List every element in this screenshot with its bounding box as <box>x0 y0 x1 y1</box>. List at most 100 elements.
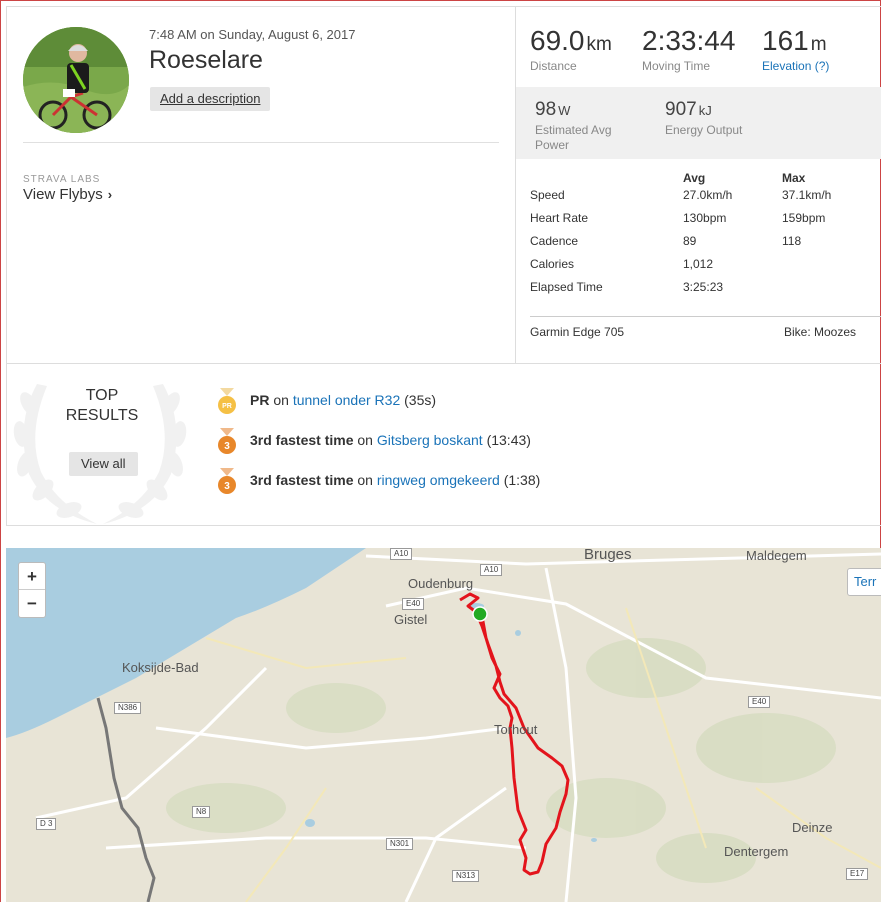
moving-time-value: 2:33:44 <box>642 25 736 56</box>
power-label-line2: Power <box>535 138 570 152</box>
stats-row: Cadence 89 118 <box>516 228 881 251</box>
pr-medal-icon: PR <box>218 388 236 414</box>
achievement-prefix: 3rd fastest time <box>250 432 354 448</box>
third-medal-label: 3 <box>224 441 230 452</box>
road-shield-e40: E40 <box>402 598 425 610</box>
top-results-card: TOP RESULTS View all PR PR on tunnel ond… <box>6 364 881 526</box>
map-label-torhout: Torhout <box>494 722 538 737</box>
stats-table-body: Speed 27.0km/h 37.1km/h Heart Rate 130bpm 159… <box>516 182 881 297</box>
stats-row: Heart Rate 130bpm 159bpm <box>516 205 881 228</box>
segment-link-tunnel-onder-r32[interactable]: tunnel onder R32 <box>293 392 400 408</box>
road-shield-e40: E40 <box>748 696 771 708</box>
energy-stat: 907 kJ Energy Output <box>665 99 742 138</box>
add-description-button[interactable]: Add a description <box>150 87 271 111</box>
stats-divider <box>530 316 881 317</box>
athlete-avatar[interactable] <box>23 27 129 133</box>
header-divider <box>23 142 499 143</box>
zoom-control: + − <box>18 562 46 618</box>
road-shield-n313: N313 <box>452 870 480 882</box>
view-flybys-link[interactable]: View Flybys › <box>23 186 112 203</box>
stats-row-label: Elapsed Time <box>530 280 603 294</box>
third-place-medal-icon: 3 <box>218 428 236 454</box>
view-all-results-button[interactable]: View all <box>69 452 138 476</box>
energy-unit: kJ <box>698 103 712 118</box>
road-shield-a10: A10 <box>390 548 413 560</box>
stats-row-avg: 130bpm <box>683 211 727 225</box>
zoom-in-button[interactable]: + <box>19 563 45 590</box>
top-results-title-line2: RESULTS <box>65 407 139 424</box>
energy-label: Energy Output <box>665 123 743 137</box>
road-shield-e17: E17 <box>846 868 869 880</box>
stats-row-max: 118 <box>782 234 802 248</box>
power-unit: W <box>558 103 571 118</box>
third-place-medal-icon: 3 <box>218 468 236 494</box>
achievement-text: PR on tunnel onder R32 (35s) <box>250 388 436 412</box>
moving-time-label: Moving Time <box>642 59 711 73</box>
distance-unit: km <box>586 34 612 55</box>
elevation-value: 161 <box>762 25 809 56</box>
stats-row-avg: 27.0km/h <box>683 188 733 202</box>
elevation-unit: m <box>810 34 827 55</box>
power-label: Estimated Avg Power <box>535 123 612 153</box>
route-map[interactable]: + − Terr Bruges Maldegem Oudenburg Giste… <box>6 548 881 902</box>
country-border <box>96 697 156 902</box>
map-label-dentergem: Dentergem <box>724 844 789 859</box>
third-medal-label: 3 <box>224 481 230 492</box>
zoom-out-button[interactable]: − <box>19 590 45 617</box>
achievement-on: on <box>353 432 377 448</box>
terrain-toggle-button[interactable]: Terr <box>847 568 881 596</box>
stats-row-label: Heart Rate <box>530 211 589 225</box>
power-stat: 98 W Estimated Avg Power <box>535 99 612 153</box>
stats-row-avg: 3:25:23 <box>683 280 724 294</box>
bike-name: Bike: Moozes <box>784 325 857 339</box>
distance-value: 69.0 <box>530 25 585 56</box>
elevation-help-link[interactable]: Elevation (?) <box>762 59 829 73</box>
strava-labs-label: STRAVA LABS <box>23 174 101 185</box>
segment-link-ringweg-omgekeerd[interactable]: ringweg omgekeerd <box>377 472 500 488</box>
moving-time-stat: 2:33:44 Moving Time <box>642 25 737 73</box>
detailed-stats-table: Avg Max Speed 27.0km/h 37.1km/h Heart Rate 1… <box>516 159 881 297</box>
distance-stat: 69.0 km Distance <box>530 25 612 73</box>
top-results-title: TOP RESULTS <box>47 386 157 426</box>
stats-row-label: Speed <box>530 188 565 202</box>
road-shield-n386: N386 <box>114 702 142 714</box>
map-label-deinze: Deinze <box>792 820 833 835</box>
power-label-line1: Estimated Avg <box>535 123 612 137</box>
stats-row: Speed 27.0km/h 37.1km/h <box>516 182 881 205</box>
top-results-title-line1: TOP <box>85 387 119 404</box>
road-shield-d3: D 3 <box>36 818 57 830</box>
stats-table-header: Avg Max <box>516 159 881 185</box>
achievement-time: (1:38) <box>499 472 541 488</box>
pr-medal-label: PR <box>222 403 232 410</box>
stats-row-label: Calories <box>530 257 575 271</box>
stats-row-max: 159bpm <box>782 211 826 225</box>
road-shield-n8: N8 <box>192 806 211 818</box>
achievement-text: 3rd fastest time on ringweg omgekeerd (1… <box>250 468 540 492</box>
device-name: Garmin Edge 705 <box>530 325 625 339</box>
power-value: 98 <box>535 99 557 120</box>
start-marker-icon[interactable] <box>472 606 488 622</box>
stats-row-max: 37.1km/h <box>782 188 832 202</box>
map-label-gistel: Gistel <box>394 612 428 627</box>
activity-title[interactable]: Roeselare <box>149 46 263 75</box>
stats-row-label: Cadence <box>530 234 579 248</box>
secondary-stats: 98 W Estimated Avg Power 907 kJ Energy Outp… <box>516 87 881 159</box>
map-label-bruges: Bruges <box>584 548 632 563</box>
stats-row-avg: 1,012 <box>683 257 714 271</box>
segment-link-gitsberg-boskant[interactable]: Gitsberg boskant <box>377 432 483 448</box>
elevation-stat: 161 m Elevation (?) <box>762 25 829 73</box>
energy-value: 907 <box>665 99 697 120</box>
map-label-oudenburg: Oudenburg <box>408 576 474 591</box>
activity-summary-card: 7:48 AM on Sunday, August 6, 2017 Roesel… <box>6 6 881 364</box>
view-flybys-label: View Flybys <box>23 186 103 203</box>
chevron-right-icon: › <box>107 187 113 202</box>
activity-header: 7:48 AM on Sunday, August 6, 2017 Roesel… <box>7 7 516 363</box>
achievement-prefix: PR <box>250 392 270 408</box>
achievement-text: 3rd fastest time on Gitsberg boskant (13… <box>250 428 531 452</box>
activity-timestamp: 7:48 AM on Sunday, August 6, 2017 <box>149 27 356 42</box>
achievement-time: (13:43) <box>482 432 531 448</box>
distance-label: Distance <box>530 59 577 73</box>
achievement-on: on <box>353 472 377 488</box>
road-shield-n301: N301 <box>386 838 414 850</box>
road-shield-a10: A10 <box>480 564 503 576</box>
